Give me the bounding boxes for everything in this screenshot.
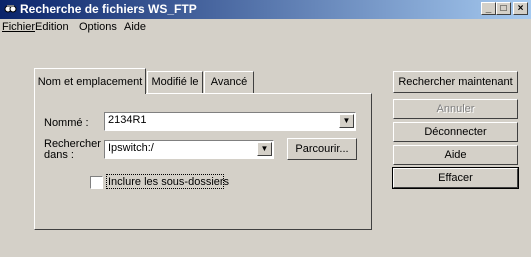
aide-button[interactable]: Aide xyxy=(393,145,518,165)
tab-nom-emplacement[interactable]: Nom et emplacement xyxy=(34,68,146,94)
close-button[interactable]: × xyxy=(513,2,528,15)
tab-label: Nom et emplacement xyxy=(37,76,143,88)
parcourir-label: Parcourir... xyxy=(295,143,349,155)
nomme-combobox[interactable]: 2134R1 ▼ xyxy=(104,112,356,131)
tab-label: Modifié le xyxy=(151,76,199,88)
menu-fichier[interactable]: Fichier xyxy=(2,21,35,33)
deconnecter-button[interactable]: Déconnecter xyxy=(393,122,518,142)
search-app-icon xyxy=(4,5,17,13)
parcourir-button[interactable]: Parcourir... xyxy=(287,138,357,160)
maximize-button[interactable]: □ xyxy=(496,2,511,15)
menu-aide[interactable]: Aide xyxy=(124,21,146,33)
aide-label: Aide xyxy=(444,149,467,161)
nomme-label: Nommé : xyxy=(44,117,89,129)
tab-avance[interactable]: Avancé xyxy=(204,71,254,93)
dans-label: dans : xyxy=(44,149,74,161)
include-subfolders-checkbox[interactable] xyxy=(90,176,103,189)
minimize-button[interactable]: _ xyxy=(481,2,496,15)
title-bar[interactable]: Recherche de fichiers WS_FTP _ □ × xyxy=(0,0,531,19)
chevron-down-icon[interactable]: ▼ xyxy=(339,114,354,128)
chevron-down-icon[interactable]: ▼ xyxy=(257,142,272,156)
effacer-button[interactable]: Effacer xyxy=(392,167,519,189)
tab-modifie-le[interactable]: Modifié le xyxy=(147,71,203,93)
search-window: Recherche de fichiers WS_FTP _ □ × Fichi… xyxy=(0,0,531,257)
deconnecter-label: Déconnecter xyxy=(424,126,487,138)
rechercher-dans-value: Ipswitch:/ xyxy=(108,142,154,154)
rechercher-dans-combobox[interactable]: Ipswitch:/ ▼ xyxy=(104,140,274,159)
menu-options[interactable]: Options xyxy=(79,21,117,33)
annuler-button[interactable]: Annuler xyxy=(393,99,518,119)
nomme-value: 2134R1 xyxy=(108,114,147,126)
menu-bar: Fichier Edition Options Aide xyxy=(0,19,531,37)
rechercher-maintenant-button[interactable]: Rechercher maintenant xyxy=(393,71,518,93)
focus-rectangle xyxy=(106,174,224,189)
menu-edition[interactable]: Edition xyxy=(35,21,69,33)
annuler-label: Annuler xyxy=(436,103,475,115)
window-title: Recherche de fichiers WS_FTP xyxy=(20,2,197,16)
rechercher-maintenant-label: Rechercher maintenant xyxy=(398,76,513,88)
effacer-label: Effacer xyxy=(438,172,473,184)
tab-label: Avancé xyxy=(210,76,248,88)
